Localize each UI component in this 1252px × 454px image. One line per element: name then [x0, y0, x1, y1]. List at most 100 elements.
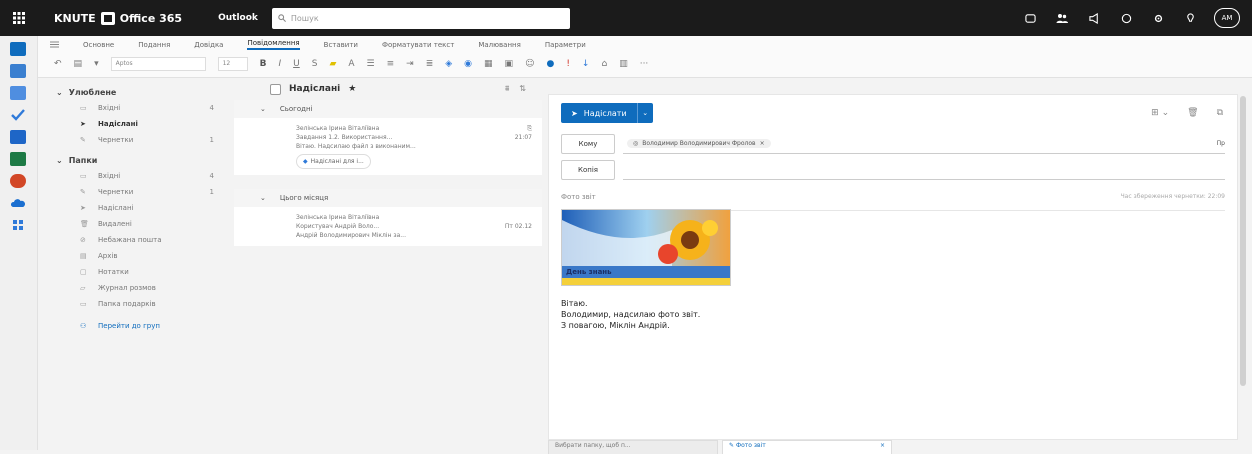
font-color-icon[interactable]: A [348, 59, 354, 69]
vertical-scrollbar[interactable] [1240, 96, 1246, 386]
folder-archive[interactable]: ▤ Архів [38, 248, 234, 264]
folders-header[interactable]: ⌄ Папки [38, 152, 234, 168]
excel-app-icon[interactable] [10, 152, 26, 166]
message-item[interactable]: Зелінська Ірина Віталіївна ⎘ Завдання 1.… [234, 118, 542, 175]
search-input[interactable]: Пошук [271, 7, 570, 29]
bottom-tab-draft[interactable]: ✎ Фото звіт × [722, 440, 892, 454]
app-launcher-icon[interactable] [0, 0, 38, 36]
favorite-drafts[interactable]: ✎ Чернетки 1 [38, 132, 234, 148]
bold-icon[interactable]: B [260, 59, 267, 69]
folder-notes[interactable]: ▢ Нотатки [38, 264, 234, 280]
tab-insert[interactable]: Вставити [324, 41, 358, 49]
word-app-icon[interactable] [10, 130, 26, 144]
strikethrough-icon[interactable]: S [312, 59, 318, 69]
send-dropdown-chevron-icon[interactable]: ⌄ [636, 103, 653, 123]
select-all-checkbox[interactable] [270, 83, 281, 95]
favorites-header[interactable]: ⌄ Улюблене [38, 84, 234, 100]
picture-icon[interactable]: ▣ [505, 59, 514, 69]
importance-icon[interactable]: ! [566, 59, 570, 69]
tab-view[interactable]: Подання [138, 41, 170, 49]
folder-gifts[interactable]: ▭ Папка подарків [38, 296, 234, 312]
star-icon[interactable]: ★ [348, 84, 356, 94]
attachment-chip[interactable]: ◆ Надіслані для і... [296, 154, 371, 169]
message-body[interactable]: Вітаю. Володимир, надсилаю фото звіт. З … [561, 298, 700, 331]
sort-icon[interactable]: ⇅ [519, 84, 526, 94]
inline-image[interactable]: День знань [561, 209, 731, 286]
to-button[interactable]: Кому [561, 134, 615, 154]
sensitivity-icon[interactable]: ⌂ [601, 59, 607, 69]
tab-options[interactable]: Параметри [545, 41, 586, 49]
tab-home[interactable]: Основне [83, 41, 114, 49]
calendar-app-icon[interactable] [10, 64, 26, 78]
unread-count: 1 [209, 136, 214, 144]
message-item[interactable]: Зелінська Ірина Віталіївна Користувач Ан… [234, 207, 542, 246]
send-button[interactable]: ➤ Надіслати ⌄ [561, 103, 653, 123]
folder-drafts[interactable]: ✎ Чернетки 1 [38, 184, 234, 200]
folder-inbox[interactable]: ▭ Вхідні 4 [38, 168, 234, 184]
folder-deleted[interactable]: 🗑 Видалені [38, 216, 234, 232]
todo-app-icon[interactable] [10, 108, 26, 122]
avatar[interactable]: AM [1214, 8, 1240, 28]
emoji-icon[interactable]: ☺ [525, 59, 534, 69]
font-family-select[interactable]: Aptos [110, 57, 206, 71]
group-header-today[interactable]: ⌄ Сьогодні [234, 100, 542, 118]
cc-button[interactable]: Копія [561, 160, 615, 180]
filter-icon[interactable]: ⩩ [505, 84, 509, 94]
megaphone-icon[interactable] [1086, 10, 1102, 26]
lightbulb-icon[interactable] [1182, 10, 1198, 26]
message-subject: Користувач Андрій Воло... [296, 223, 380, 230]
indent-icon[interactable]: ⇥ [406, 59, 414, 69]
powerpoint-app-icon[interactable] [10, 174, 26, 188]
subject-field[interactable]: Фото звіт Час збереження чернетки: 22:09 [561, 183, 1225, 211]
recipient-chip[interactable]: ◎ Володимир Володимирович Фролов × [627, 139, 771, 148]
low-importance-icon[interactable]: ↓ [582, 59, 590, 69]
link-icon[interactable]: ◈ [445, 59, 452, 69]
app-name[interactable]: Outlook [218, 13, 258, 23]
flag-icon[interactable]: ● [546, 59, 554, 69]
brand[interactable]: KNUTE Office 365 [54, 11, 182, 25]
favorite-sent[interactable]: ➤ Надіслані [38, 116, 234, 132]
clipboard-icon[interactable]: ▤ [74, 59, 83, 69]
cc-bcc-link[interactable]: Пр [1217, 140, 1225, 147]
teams-icon[interactable] [1022, 10, 1038, 26]
to-field[interactable]: ◎ Володимир Володимирович Фролов × Пр [623, 134, 1225, 154]
numbering-icon[interactable]: ≡ [387, 59, 395, 69]
remove-recipient-icon[interactable]: × [760, 140, 765, 147]
more-options-icon[interactable]: ··· [640, 59, 649, 69]
folder-conversation-history[interactable]: ▱ Журнал розмов [38, 280, 234, 296]
close-tab-icon[interactable]: × [880, 442, 885, 449]
folder-sent[interactable]: ➤ Надіслані [38, 200, 234, 216]
italic-icon[interactable]: I [278, 59, 281, 69]
table-icon[interactable]: ▦ [484, 59, 493, 69]
attach-icon[interactable]: ◉ [464, 59, 472, 69]
folder-junk[interactable]: ⊘ Небажана пошта [38, 232, 234, 248]
tab-draw[interactable]: Малювання [478, 41, 520, 49]
settings-gear-icon[interactable] [1150, 10, 1166, 26]
collapse-nav-icon[interactable] [50, 41, 59, 48]
favorite-inbox[interactable]: ▭ Вхідні 4 [38, 100, 234, 116]
font-size-select[interactable]: 12 [217, 57, 248, 71]
bottom-tab-folder[interactable]: Вибрати папку, щоб п... [548, 440, 718, 454]
group-header-this-month[interactable]: ⌄ Цього місяця [234, 189, 542, 207]
more-apps-icon[interactable] [10, 218, 26, 232]
mail-app-icon[interactable] [10, 42, 26, 56]
apps-icon[interactable]: ▥ [619, 59, 628, 69]
tab-help[interactable]: Довідка [194, 41, 223, 49]
underline-icon[interactable]: U [293, 59, 300, 69]
tab-format-text[interactable]: Форматувати текст [382, 41, 454, 49]
onedrive-app-icon[interactable] [10, 196, 26, 210]
popout-icon[interactable]: ⧉ [1217, 108, 1223, 118]
align-icon[interactable]: ≣ [426, 59, 434, 69]
tab-message[interactable]: Повідомлення [247, 39, 300, 50]
highlight-icon[interactable]: ▰ [329, 59, 336, 69]
delete-icon[interactable]: 🗑 [1187, 108, 1198, 118]
cc-field[interactable] [623, 160, 1225, 180]
people-app-icon[interactable] [10, 86, 26, 100]
bullets-icon[interactable]: ☰ [367, 59, 375, 69]
bell-icon[interactable] [1118, 10, 1134, 26]
undo-icon[interactable]: ↶ [54, 59, 62, 69]
zoom-icon[interactable]: ⊞ ⌄ [1151, 108, 1169, 118]
go-to-groups-link[interactable]: ⚇ Перейти до груп [38, 318, 234, 334]
people-icon[interactable] [1054, 10, 1070, 26]
format-painter-icon[interactable]: ▾ [94, 59, 99, 69]
